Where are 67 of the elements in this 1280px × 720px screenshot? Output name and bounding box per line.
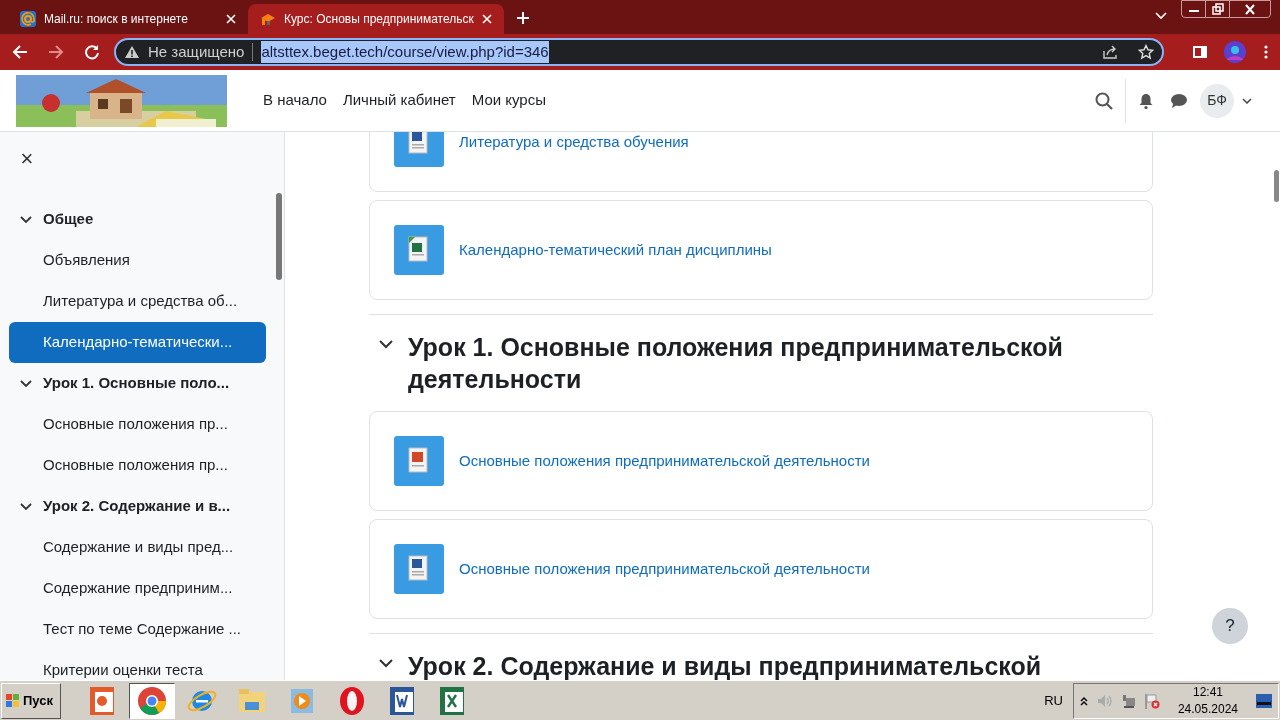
activity-link[interactable]: Критерии оценки теста [9, 650, 266, 680]
activity-link[interactable]: Содержание и виды пред... [9, 527, 266, 568]
profile-avatar-icon[interactable] [1224, 41, 1246, 63]
chevron-down-icon[interactable] [379, 337, 393, 351]
sidebar-panel-icon[interactable] [1192, 44, 1208, 60]
section-heading: Урок 1. Основные положения предпринимательской деятельности [408, 332, 1064, 395]
section-link[interactable]: Урок 2. Содержание и в... [9, 486, 266, 527]
url-text: altsttex.beget.tech/course/view.php?id=346 [261, 40, 549, 64]
nav-link[interactable]: Личный кабинет [342, 89, 456, 112]
activity-link[interactable]: Календарно-тематический план дисциплины [459, 238, 772, 262]
nav-link[interactable]: Мои курсы [471, 89, 546, 112]
clock-date[interactable]: 24.05.2024 [1177, 700, 1238, 718]
user-avatar[interactable]: БФ [1200, 83, 1234, 118]
address-bar[interactable]: Не защищено altsttex.beget.tech/course/view.php?id=346 [114, 38, 1164, 66]
activity-link[interactable]: Основные положения предпринимательской деятельности [459, 557, 870, 581]
language-indicator[interactable]: RU [1044, 690, 1063, 711]
chevron-down-icon[interactable] [20, 213, 32, 226]
plus-icon[interactable] [515, 11, 530, 25]
activity-link[interactable]: Основные положения пр... [9, 404, 266, 445]
spreadsheet-icon[interactable] [394, 225, 444, 275]
desktop-icon[interactable] [1256, 693, 1272, 708]
warning-icon [124, 45, 140, 59]
clock-time[interactable]: 12:41 [1192, 683, 1223, 701]
windows-logo-icon [5, 692, 21, 709]
activity-link[interactable]: Содержание предприним... [9, 568, 266, 609]
section-link[interactable]: Урок 1. Основные поло... [9, 363, 266, 404]
scrollbar-thumb[interactable] [1274, 170, 1279, 202]
chevron-down-icon[interactable] [1242, 97, 1252, 104]
bell-icon[interactable] [1138, 92, 1154, 109]
search-icon[interactable] [1095, 91, 1113, 110]
scrollbar-thumb[interactable] [276, 193, 282, 280]
star-icon[interactable] [1138, 44, 1154, 60]
word-document-icon[interactable] [394, 132, 444, 167]
chat-bubble-icon[interactable] [1170, 92, 1188, 109]
graduation-cap-icon [260, 11, 276, 27]
word-document-icon[interactable] [394, 544, 444, 594]
activity-link[interactable]: Объявления [9, 240, 266, 281]
chevron-up-icon[interactable] [1079, 695, 1088, 706]
security-label[interactable]: Не защищено [148, 40, 245, 64]
reload-icon[interactable] [84, 44, 100, 60]
nav-link[interactable]: В начало [263, 89, 327, 112]
more-icon[interactable] [1264, 44, 1268, 60]
activity-link[interactable]: Календарно-тематически... [9, 322, 266, 363]
activity-link[interactable]: Основные положения предпринимательской деятельности [459, 449, 870, 473]
at-sign-icon [20, 11, 36, 27]
close-icon[interactable] [481, 14, 492, 24]
close-icon[interactable] [226, 14, 236, 24]
section-heading: Урок 2. Содержание и виды предпринимательской [408, 651, 1043, 680]
chevron-down-icon[interactable] [379, 656, 393, 670]
help-button[interactable]: ? [1212, 608, 1248, 644]
chevron-down-icon[interactable] [20, 377, 32, 390]
chevron-down-icon[interactable] [20, 500, 32, 513]
forward-icon[interactable] [48, 44, 64, 60]
start-button[interactable]: Пуск [1, 682, 61, 719]
share-icon[interactable] [1102, 44, 1118, 60]
flag-error-icon[interactable] [1143, 692, 1160, 709]
activity-link[interactable]: Тест по теме Содержание ... [9, 609, 266, 650]
browser-tab[interactable]: Mail.ru: поиск в интернете [8, 4, 248, 34]
activity-link[interactable]: Литература и средства об... [9, 281, 266, 322]
browser-tab[interactable]: Курс: Основы предпринимательск [248, 4, 504, 34]
taskbar-button[interactable] [129, 682, 175, 719]
presentation-icon[interactable] [394, 436, 444, 486]
close-button[interactable]: × [18, 148, 36, 170]
activity-link[interactable]: Основные положения пр... [9, 445, 266, 486]
section-link[interactable]: Общее [9, 199, 266, 240]
activity-link[interactable]: Литература и средства обучения [459, 132, 689, 154]
back-icon[interactable] [12, 44, 28, 60]
